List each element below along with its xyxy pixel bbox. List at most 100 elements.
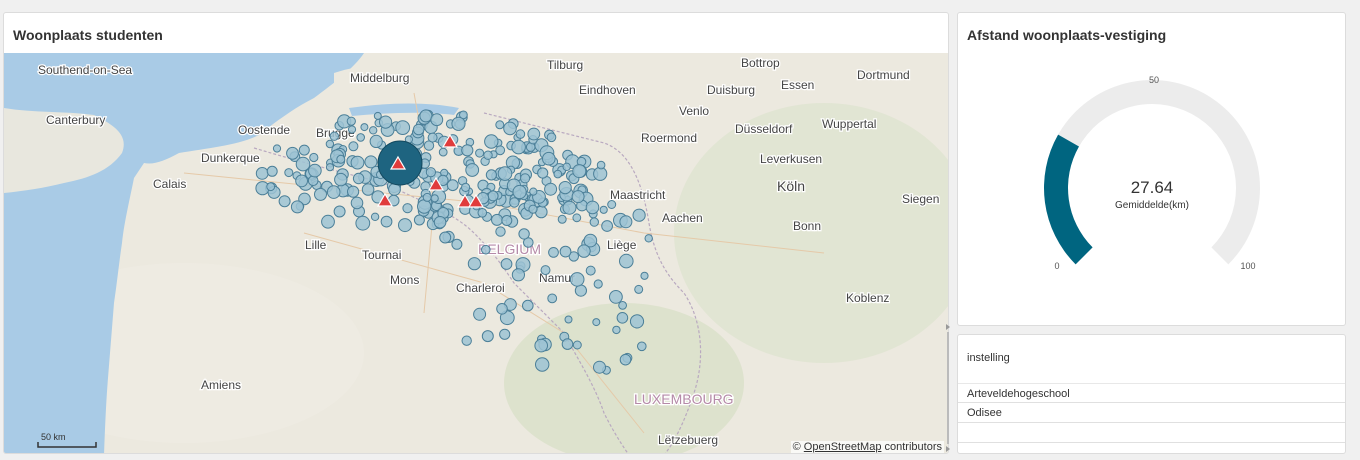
residence-marker[interactable] <box>355 215 371 231</box>
residence-marker[interactable] <box>446 179 459 192</box>
residence-marker[interactable] <box>284 168 294 178</box>
residence-marker[interactable] <box>497 166 513 181</box>
residence-marker[interactable] <box>496 303 508 315</box>
residence-marker[interactable] <box>593 279 603 289</box>
residence-marker[interactable] <box>495 226 506 237</box>
residence-marker[interactable] <box>398 218 412 233</box>
residence-marker[interactable] <box>585 265 596 276</box>
residence-marker[interactable] <box>559 245 572 258</box>
residence-marker[interactable] <box>637 341 647 352</box>
residence-marker[interactable] <box>589 217 599 227</box>
residence-marker[interactable] <box>461 335 472 346</box>
filter-item-odisee[interactable]: Odisee <box>958 403 1345 423</box>
residence-marker[interactable] <box>509 197 520 208</box>
residence-marker[interactable] <box>503 121 517 136</box>
residence-marker[interactable] <box>439 231 452 244</box>
gauge-chart[interactable]: 50 0 100 27.64 Gemiddelde(km) <box>958 53 1346 323</box>
residence-marker[interactable] <box>425 167 436 178</box>
residence-marker[interactable] <box>619 215 633 229</box>
residence-marker[interactable] <box>485 169 497 181</box>
residence-marker[interactable] <box>542 151 556 166</box>
residence-marker[interactable] <box>618 301 627 310</box>
residence-marker[interactable] <box>395 120 411 135</box>
residence-marker[interactable] <box>607 200 617 209</box>
residence-marker[interactable] <box>308 163 322 178</box>
residence-marker[interactable] <box>451 116 466 131</box>
residence-marker[interactable] <box>553 169 563 179</box>
residence-marker[interactable] <box>544 182 558 196</box>
residence-marker[interactable] <box>356 133 366 142</box>
residence-marker[interactable] <box>499 328 511 340</box>
residence-marker[interactable] <box>609 290 623 304</box>
residence-marker[interactable] <box>295 174 309 188</box>
residence-marker[interactable] <box>422 192 432 202</box>
residence-marker[interactable] <box>558 181 572 195</box>
residence-marker[interactable] <box>569 272 585 287</box>
residence-marker[interactable] <box>380 215 393 228</box>
residence-marker[interactable] <box>350 196 364 210</box>
residence-marker[interactable] <box>512 184 527 200</box>
residence-marker[interactable] <box>495 145 506 156</box>
residence-marker[interactable] <box>632 208 646 222</box>
residence-marker[interactable] <box>601 220 613 232</box>
residence-marker[interactable] <box>350 155 365 170</box>
residence-marker[interactable] <box>629 314 645 329</box>
residence-marker[interactable] <box>644 234 653 243</box>
residence-marker[interactable] <box>619 353 632 366</box>
residence-marker[interactable] <box>325 139 335 149</box>
residence-marker[interactable] <box>535 357 550 372</box>
residence-marker[interactable] <box>333 205 346 218</box>
residence-marker[interactable] <box>593 360 606 374</box>
residence-marker[interactable] <box>451 238 463 250</box>
residence-marker[interactable] <box>572 164 587 179</box>
residence-marker[interactable] <box>348 141 359 152</box>
residence-marker[interactable] <box>616 312 629 324</box>
map-area[interactable]: Southend-on-Sea Tilburg Bottrop Essen Do… <box>4 53 948 453</box>
residence-marker[interactable] <box>520 173 531 184</box>
residence-marker[interactable] <box>491 213 503 226</box>
residence-marker[interactable] <box>548 247 559 258</box>
residence-marker[interactable] <box>360 123 369 132</box>
residence-marker[interactable] <box>511 268 526 282</box>
residence-marker[interactable] <box>534 338 549 353</box>
residence-marker[interactable] <box>419 109 433 123</box>
residence-marker[interactable] <box>522 299 534 312</box>
residence-marker[interactable] <box>309 152 319 163</box>
residence-marker[interactable] <box>564 315 573 324</box>
residence-marker[interactable] <box>417 199 432 214</box>
scrollbar[interactable] <box>945 322 951 454</box>
residence-marker[interactable] <box>272 144 282 153</box>
residence-marker[interactable] <box>314 187 327 201</box>
residence-marker[interactable] <box>427 132 438 143</box>
residence-marker[interactable] <box>501 215 513 226</box>
residence-marker[interactable] <box>515 129 526 139</box>
residence-marker[interactable] <box>467 257 481 271</box>
residence-marker[interactable] <box>547 293 558 304</box>
residence-marker[interactable] <box>255 167 269 180</box>
residence-marker[interactable] <box>346 116 356 126</box>
residence-marker[interactable] <box>325 163 335 172</box>
residence-marker[interactable] <box>481 330 494 343</box>
residence-marker[interactable] <box>562 200 577 215</box>
residence-marker[interactable] <box>475 148 485 158</box>
residence-marker[interactable] <box>562 162 571 172</box>
residence-marker[interactable] <box>540 265 551 276</box>
residence-marker[interactable] <box>592 318 601 327</box>
residence-marker[interactable] <box>413 214 425 226</box>
residence-marker[interactable] <box>500 258 513 270</box>
residence-marker[interactable] <box>433 216 447 229</box>
residence-marker[interactable] <box>347 125 357 134</box>
filter-item-arteveldehogeschool[interactable]: Arteveldehogeschool <box>958 383 1345 403</box>
residence-marker[interactable] <box>528 204 538 214</box>
residence-marker[interactable] <box>599 205 608 214</box>
residence-marker[interactable] <box>640 271 649 280</box>
residence-marker[interactable] <box>484 134 499 149</box>
residence-marker[interactable] <box>511 139 526 155</box>
residence-marker[interactable] <box>557 214 567 224</box>
residence-marker[interactable] <box>430 113 444 127</box>
residence-marker[interactable] <box>298 144 310 156</box>
residence-marker[interactable] <box>561 338 574 350</box>
residence-marker[interactable] <box>352 172 365 185</box>
residence-marker[interactable] <box>266 182 276 192</box>
residence-marker[interactable] <box>307 175 319 186</box>
